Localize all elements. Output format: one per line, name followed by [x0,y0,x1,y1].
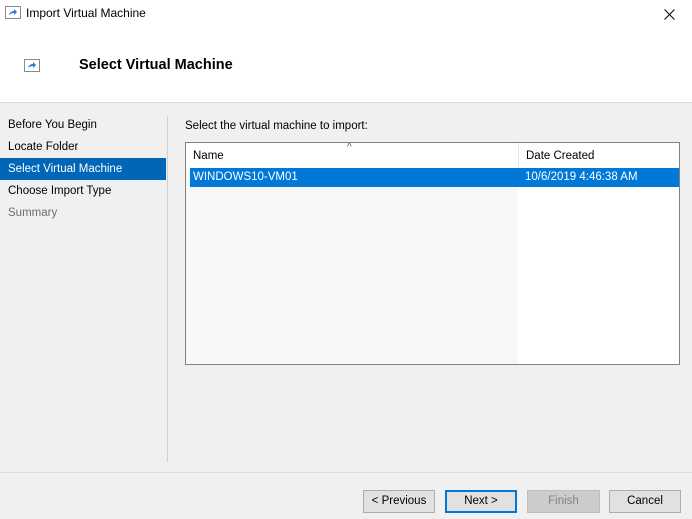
cancel-button[interactable]: Cancel [609,490,681,513]
date-column-body [519,168,679,364]
wizard-header: Select Virtual Machine [0,28,692,103]
wizard-steps: Before You Begin Locate Folder Select Vi… [0,114,166,224]
step-summary: Summary [8,207,58,219]
column-header-name[interactable]: ^ Name [186,142,518,168]
vm-name-cell: WINDOWS10-VM01 [193,171,298,183]
vm-list[interactable]: ^ Name Date Created WINDOWS10-VM01 10/6/… [185,142,680,365]
window-title: Import Virtual Machine [26,6,146,20]
step-select-virtual-machine[interactable]: Select Virtual Machine [0,158,166,180]
import-vm-icon [5,6,21,19]
footer-divider [0,472,692,473]
import-vm-icon [24,59,40,72]
sort-ascending-icon: ^ [347,142,352,153]
close-icon [663,8,675,20]
step-locate-folder[interactable]: Locate Folder [0,136,166,158]
name-column-body [186,168,518,364]
title-bar: Import Virtual Machine [0,0,692,28]
finish-button: Finish [527,490,600,513]
table-row[interactable]: WINDOWS10-VM01 10/6/2019 4:46:38 AM [190,168,679,187]
vertical-divider [167,116,168,462]
previous-button[interactable]: < Previous [363,490,435,513]
next-button[interactable]: Next > [445,490,517,513]
step-choose-import-type[interactable]: Choose Import Type [0,180,166,202]
column-header-date-created[interactable]: Date Created [518,143,681,168]
page-title: Select Virtual Machine [79,57,233,73]
close-button[interactable] [646,0,692,28]
vm-date-cell: 10/6/2019 4:46:38 AM [525,171,638,183]
step-before-you-begin[interactable]: Before You Begin [0,114,166,136]
select-vm-prompt: Select the virtual machine to import: [185,120,368,132]
list-header: ^ Name Date Created [186,142,681,168]
